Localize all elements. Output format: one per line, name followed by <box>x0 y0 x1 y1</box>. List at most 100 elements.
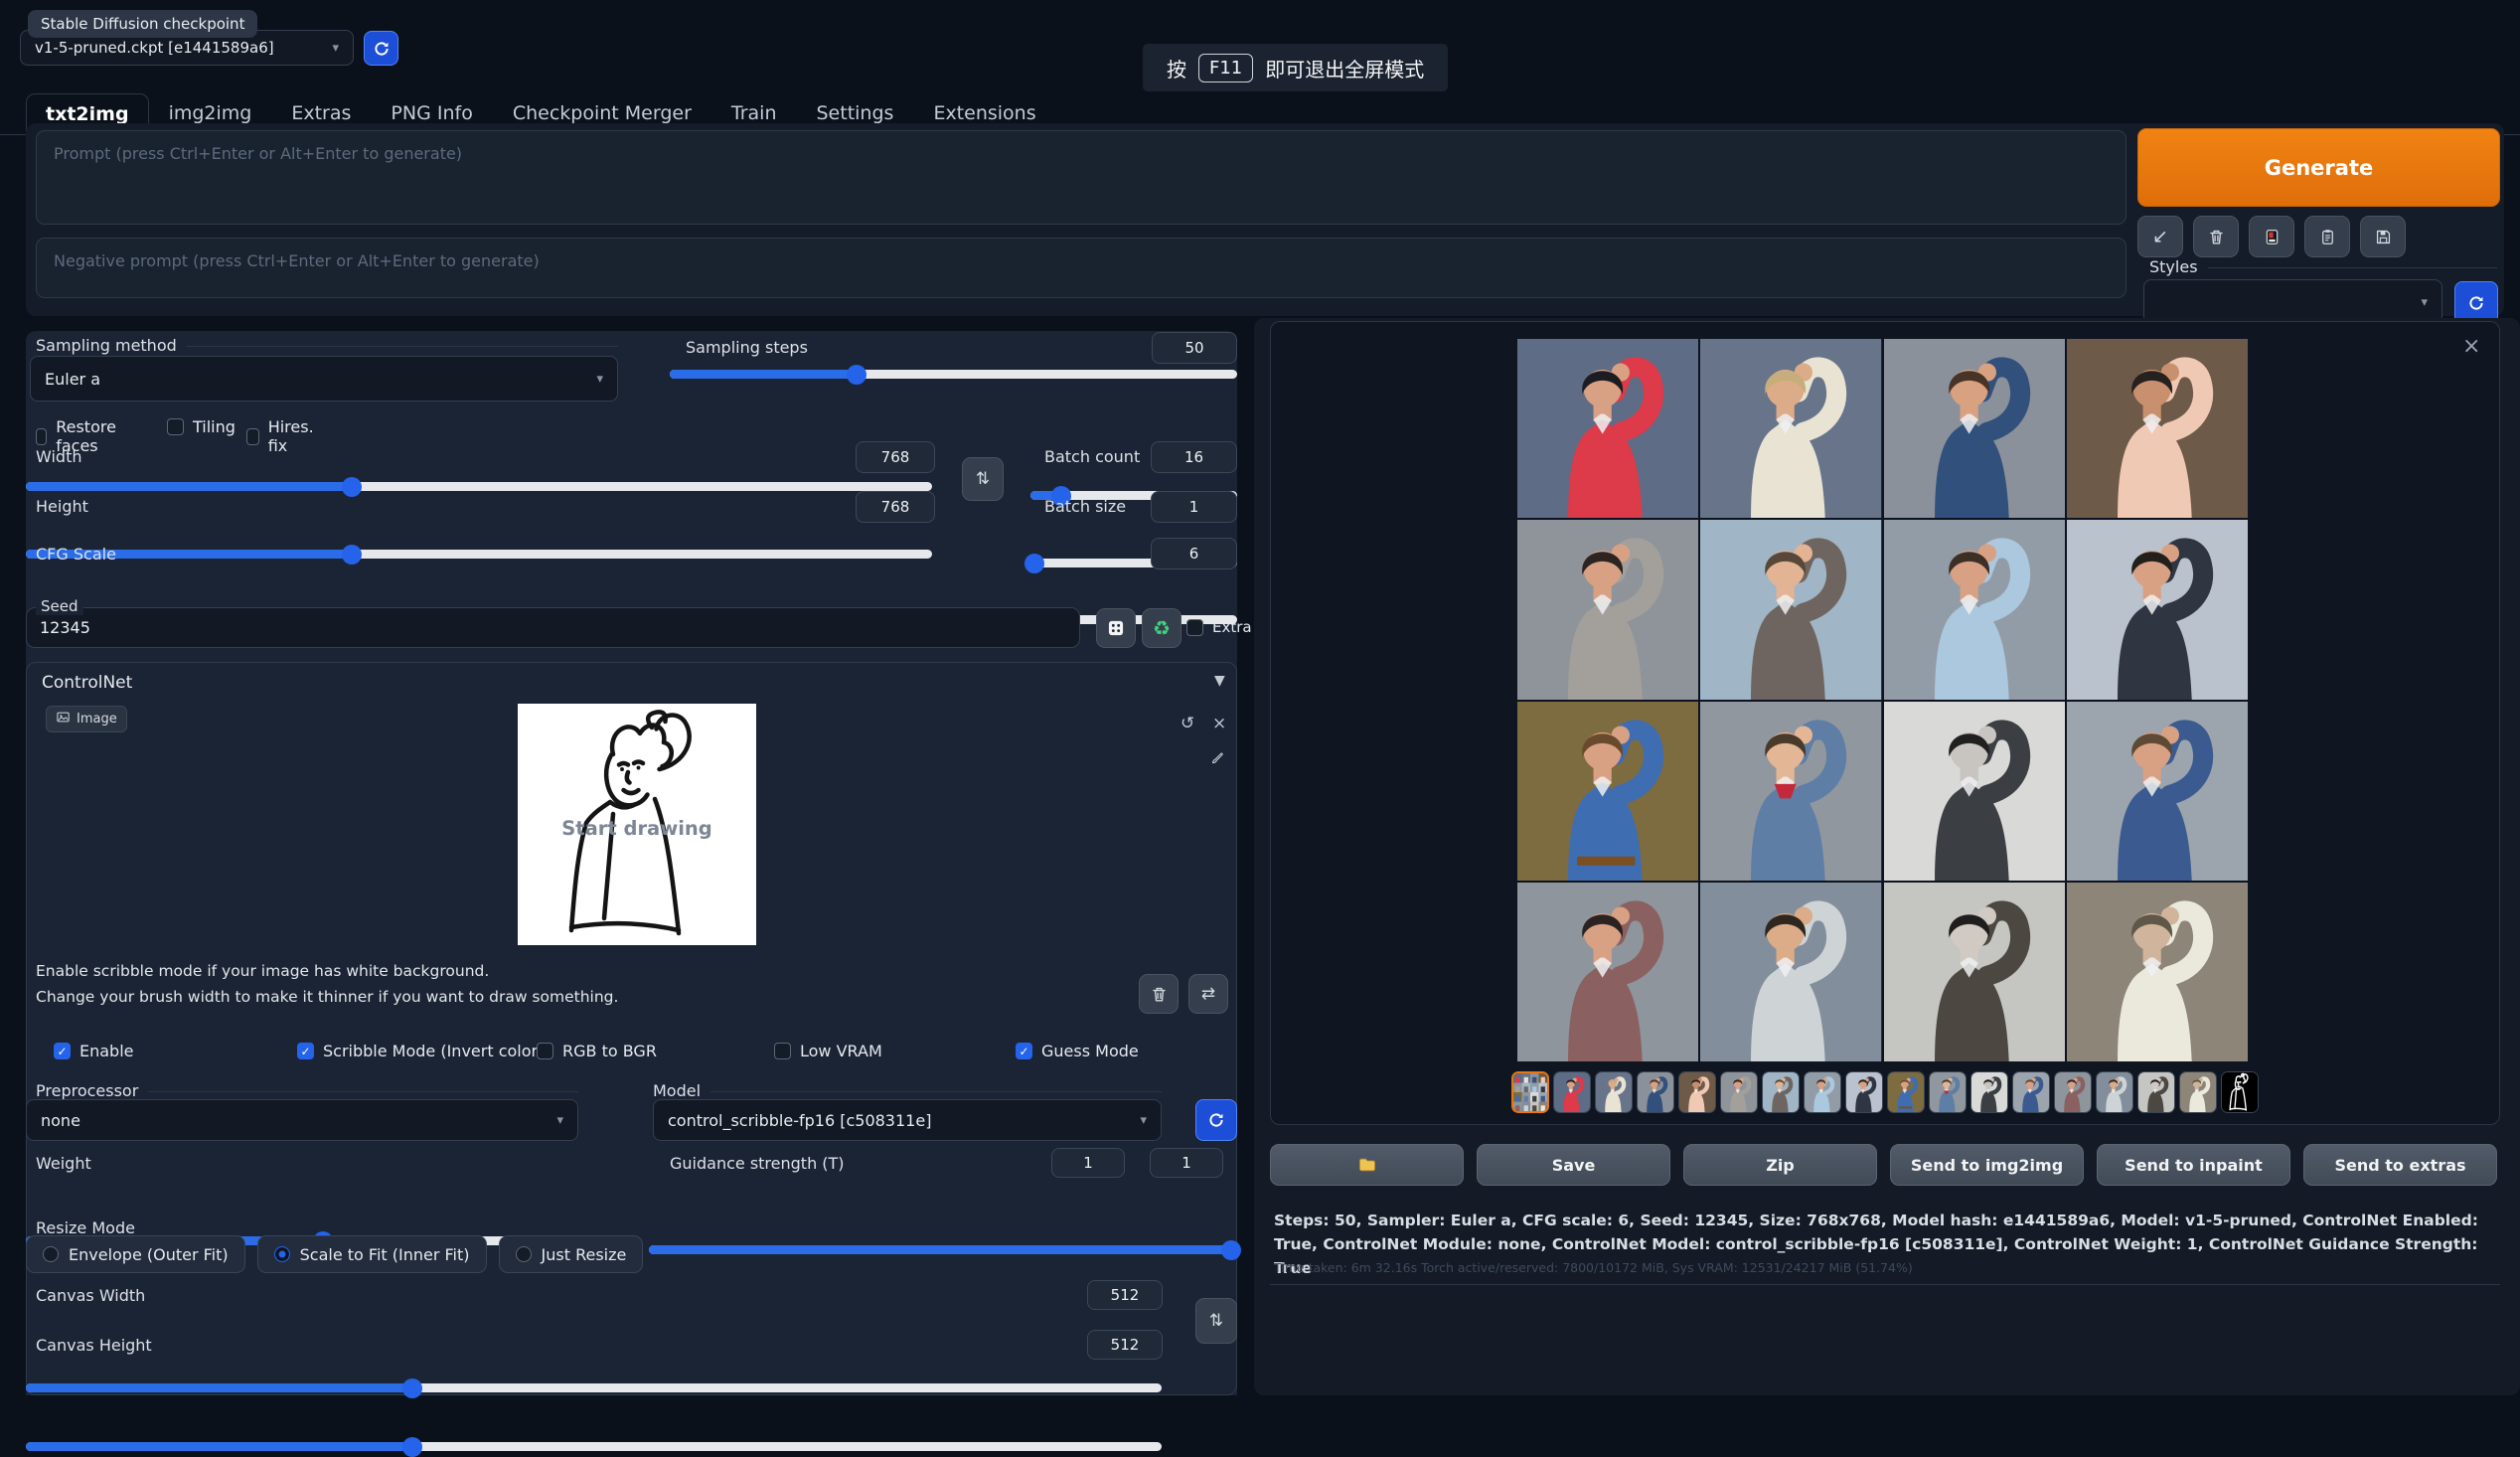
toggle-hires-fix[interactable]: Hires. fix <box>246 417 318 455</box>
random-seed-button[interactable] <box>1096 608 1136 648</box>
gallery-image-1[interactable] <box>1517 339 1698 518</box>
thumbnail-15[interactable] <box>2137 1071 2175 1113</box>
generate-button[interactable]: Generate <box>2137 128 2500 207</box>
cn-checkbox-low-vram[interactable]: Low VRAM <box>774 1042 882 1060</box>
send-to-inpaint-button[interactable]: Send to inpaint <box>2097 1144 2290 1186</box>
sampling-method-value: Euler a <box>45 370 100 389</box>
scribble-tip-2: Change your brush width to make it thinn… <box>36 988 618 1006</box>
seed-input[interactable]: 12345 <box>26 607 1080 648</box>
controlnet-canvas[interactable]: Start drawing <box>518 704 756 945</box>
transfer-canvas-button[interactable]: ⇄ <box>1188 974 1228 1014</box>
gallery-image-16[interactable] <box>2067 883 2248 1061</box>
batch-size-input[interactable]: 1 <box>1151 491 1237 523</box>
thumbnail-13[interactable] <box>2054 1071 2092 1113</box>
toggle-tiling[interactable]: Tiling <box>167 417 236 436</box>
trash-button[interactable] <box>2193 216 2239 257</box>
gallery-image-13[interactable] <box>1517 883 1698 1061</box>
guidance-strength-slider[interactable] <box>649 1245 1231 1254</box>
model-refresh-button[interactable] <box>1195 1099 1237 1141</box>
gallery-image-3[interactable] <box>1884 339 2065 518</box>
gallery-image-10[interactable] <box>1700 702 1881 881</box>
thumbnail-grid[interactable] <box>1511 1071 1549 1113</box>
clear-canvas-button[interactable] <box>1139 974 1179 1014</box>
controlnet-collapse-icon[interactable]: ▼ <box>1214 673 1225 689</box>
thumbnail-14[interactable] <box>2096 1071 2133 1113</box>
swap-dimensions-button[interactable]: ⇅ <box>962 457 1004 501</box>
thumbnail-11[interactable] <box>1970 1071 2008 1113</box>
thumbnail-scribble[interactable] <box>2221 1071 2259 1113</box>
gallery-image-5[interactable] <box>1517 520 1698 699</box>
undo-icon[interactable]: ↺ <box>1181 714 1194 733</box>
canvas-width-slider[interactable] <box>26 1383 1162 1392</box>
thumbnail-12[interactable] <box>2012 1071 2050 1113</box>
cfg-scale-input[interactable]: 6 <box>1151 538 1237 569</box>
prompt-input[interactable]: Prompt (press Ctrl+Enter or Alt+Enter to… <box>36 130 2126 225</box>
preprocessor-select[interactable]: none ▾ <box>26 1099 578 1141</box>
gallery-image-12[interactable] <box>2067 702 2248 881</box>
thumbnail-16[interactable] <box>2179 1071 2217 1113</box>
chevron-down-icon: ▾ <box>1140 1113 1147 1128</box>
chevron-down-icon: ▾ <box>2421 295 2428 310</box>
sampling-steps-input[interactable]: 50 <box>1152 332 1237 364</box>
gallery-image-11[interactable] <box>1884 702 2065 881</box>
thumbnail-6[interactable] <box>1762 1071 1800 1113</box>
cn-checkbox-rgb-to-bgr[interactable]: RGB to BGR <box>537 1042 657 1060</box>
guidance-strength-input[interactable]: 1 <box>1150 1148 1223 1178</box>
close-icon[interactable]: × <box>1212 714 1226 733</box>
thumbnail-5[interactable] <box>1720 1071 1758 1113</box>
model-label: Model <box>653 1081 701 1100</box>
cn-checkbox-enable[interactable]: ✓Enable <box>54 1042 134 1060</box>
canvas-height-input[interactable]: 512 <box>1087 1330 1163 1360</box>
width-input[interactable]: 768 <box>856 441 935 473</box>
cn-checkbox-guess-mode[interactable]: ✓Guess Mode <box>1016 1042 1139 1060</box>
thumbnail-1[interactable] <box>1553 1071 1591 1113</box>
open-folder-button[interactable] <box>1270 1144 1464 1186</box>
card-button[interactable] <box>2249 216 2294 257</box>
canvas-height-label: Canvas Height <box>36 1336 152 1355</box>
height-input[interactable]: 768 <box>856 491 935 523</box>
thumbnail-4[interactable] <box>1678 1071 1716 1113</box>
save-button[interactable]: Save <box>1477 1144 1670 1186</box>
weight-input[interactable]: 1 <box>1051 1148 1125 1178</box>
gallery-image-8[interactable] <box>2067 520 2248 699</box>
controlnet-model-select[interactable]: control_scribble-fp16 [c508311e] ▾ <box>653 1099 1162 1141</box>
reuse-seed-button[interactable]: ♻ <box>1142 608 1181 648</box>
floppy-button[interactable] <box>2360 216 2406 257</box>
sampling-method-select[interactable]: Euler a ▾ <box>30 356 618 402</box>
thumbnail-8[interactable] <box>1845 1071 1883 1113</box>
gallery-image-4[interactable] <box>2067 339 2248 518</box>
cn-checkbox-scribble-mode-invert-colors-[interactable]: ✓Scribble Mode (Invert colors) <box>297 1042 552 1060</box>
sampling-steps-slider[interactable] <box>670 370 1237 379</box>
gallery-close-icon[interactable]: × <box>2462 334 2480 359</box>
arrow-down-left-button[interactable]: ↙ <box>2137 216 2183 257</box>
send-to-extras-button[interactable]: Send to extras <box>2303 1144 2497 1186</box>
gallery-image-15[interactable] <box>1884 883 2065 1061</box>
gallery-image-2[interactable] <box>1700 339 1881 518</box>
controlnet-image-tab[interactable]: Image <box>46 706 127 732</box>
thumbnail-7[interactable] <box>1804 1071 1841 1113</box>
gallery-image-7[interactable] <box>1884 520 2065 699</box>
width-slider[interactable] <box>26 482 932 491</box>
clipboard-button[interactable] <box>2304 216 2350 257</box>
resize-option-just-resize[interactable]: Just Resize <box>499 1235 644 1273</box>
send-to-img2img-button[interactable]: Send to img2img <box>1890 1144 2084 1186</box>
thumbnail-3[interactable] <box>1637 1071 1674 1113</box>
negative-prompt-input[interactable]: Negative prompt (press Ctrl+Enter or Alt… <box>36 238 2126 298</box>
resize-option-envelope-outer-fit-[interactable]: Envelope (Outer Fit) <box>26 1235 245 1273</box>
gallery-image-9[interactable] <box>1517 702 1698 881</box>
seed-extra-checkbox[interactable]: Extra <box>1186 618 1252 636</box>
zip-button[interactable]: Zip <box>1683 1144 1877 1186</box>
gallery-image-14[interactable] <box>1700 883 1881 1061</box>
canvas-width-input[interactable]: 512 <box>1087 1280 1163 1310</box>
thumbnail-2[interactable] <box>1595 1071 1633 1113</box>
batch-count-input[interactable]: 16 <box>1151 441 1237 473</box>
resize-option-scale-to-fit-inner-fit-[interactable]: Scale to Fit (Inner Fit) <box>257 1235 487 1273</box>
checkpoint-refresh-button[interactable] <box>364 31 398 66</box>
thumbnail-9[interactable] <box>1887 1071 1925 1113</box>
thumbnail-10[interactable] <box>1929 1071 1967 1113</box>
swap-canvas-button[interactable]: ⇅ <box>1195 1298 1237 1344</box>
canvas-height-slider[interactable] <box>26 1442 1162 1451</box>
brush-icon[interactable] <box>1210 750 1225 770</box>
gallery-image-6[interactable] <box>1700 520 1881 699</box>
height-slider[interactable] <box>26 550 932 559</box>
